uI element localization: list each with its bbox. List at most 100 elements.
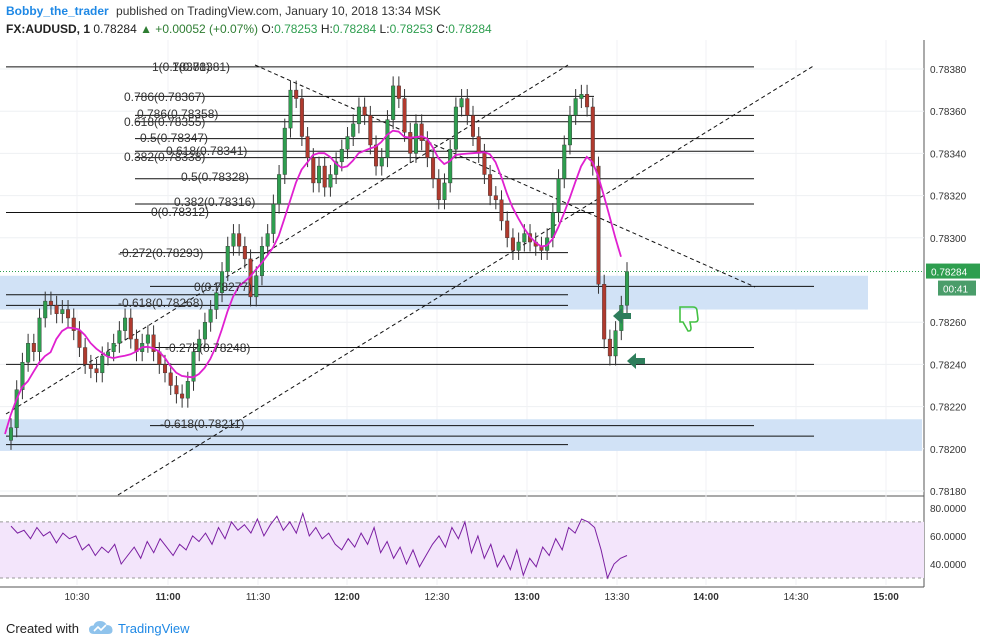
candle-body	[408, 132, 413, 154]
candle-body	[254, 275, 259, 298]
candle-body	[402, 98, 407, 133]
low-value: 0.78253	[389, 22, 433, 36]
candle-body	[368, 115, 373, 146]
x-tick-label: 15:00	[873, 592, 899, 603]
open-label: O:	[261, 22, 275, 36]
candle-body	[31, 343, 36, 352]
y-tick-label: 0.78340	[930, 149, 967, 160]
candle-body	[465, 98, 470, 116]
fib-level-label: 0.786(0.78367)	[124, 90, 205, 104]
candle-body	[77, 330, 82, 348]
candle-body	[471, 115, 476, 137]
candle-body	[277, 174, 282, 205]
candle-body	[48, 300, 53, 306]
y-tick-label: 0.78180	[930, 487, 967, 498]
candle-body	[202, 322, 207, 340]
candle-body	[288, 89, 293, 129]
candle-body	[413, 123, 418, 154]
candle-body	[111, 343, 116, 352]
candle-body	[573, 98, 578, 116]
fib-level-label: -0.618(0.78211)	[160, 417, 245, 431]
y-tick-label: 0.78200	[930, 445, 967, 456]
candle-body	[385, 119, 390, 158]
author-link[interactable]: Bobby_the_trader	[6, 4, 109, 18]
high-value: 0.78284	[332, 22, 377, 36]
fib-level-label: 0(0.78312)	[151, 205, 209, 219]
x-tick-label: 11:00	[155, 592, 180, 603]
fib-level-label: -0.272(0.78248)	[165, 341, 250, 355]
candle-body	[294, 89, 299, 99]
ohlc-line: FX:AUDUSD, 1 0.78284 ▲ +0.00052 (+0.07%)…	[6, 22, 492, 36]
candle-body	[66, 309, 71, 319]
y-tick-label: 0.78360	[930, 107, 967, 118]
candle-body	[356, 106, 361, 125]
y-tick-label: 0.78380	[930, 65, 967, 76]
candle-body	[436, 178, 441, 201]
fib-level-label: -0.618(0.78268)	[118, 296, 203, 310]
candle-body	[562, 144, 567, 179]
y-tick-label: 0.78240	[930, 360, 967, 371]
x-tick-label: 12:00	[334, 592, 360, 603]
candle-body	[214, 292, 219, 310]
candle-body	[482, 153, 487, 175]
x-tick-label: 12:30	[424, 592, 449, 603]
candle-body	[305, 136, 310, 158]
candle-body	[505, 220, 510, 238]
footer: Created with TradingView	[0, 615, 982, 644]
candle-body	[476, 136, 481, 154]
chart-header: Bobby_the_trader published on TradingVie…	[0, 0, 982, 40]
candle-body	[345, 136, 350, 150]
candle-body	[83, 347, 88, 365]
candle-body	[379, 157, 384, 167]
candle-body	[556, 178, 561, 213]
tradingview-brand[interactable]: TradingView	[118, 621, 190, 636]
x-tick-label: 14:30	[783, 592, 808, 603]
candle-body	[493, 195, 498, 201]
price-chart-svg[interactable]: 0.78380 0.78360 0.78340 0.78320 0.78300 0.782…	[0, 40, 982, 615]
candle-body	[431, 157, 436, 179]
rsi-tick-label: 80.0000	[930, 504, 967, 515]
candle-body	[299, 98, 304, 137]
countdown-tag-label: 00:41	[943, 285, 968, 296]
candle-body	[123, 317, 128, 331]
candle-body	[607, 338, 612, 357]
fib-level-label: 0(0.78277)	[194, 280, 252, 294]
candle-body	[499, 199, 504, 222]
x-tick-label: 14:00	[693, 592, 719, 603]
candle-body	[317, 165, 322, 184]
candle-body	[522, 233, 527, 243]
candle-body	[237, 233, 242, 247]
chart-area[interactable]: 0.78380 0.78360 0.78340 0.78320 0.78300 0.782…	[0, 40, 982, 615]
candle-body	[185, 381, 190, 399]
fib-level-label: 0.382(0.78338)	[124, 150, 205, 164]
close-value: 0.78284	[448, 22, 492, 36]
y-tick-label: 0.78220	[930, 403, 967, 414]
x-tick-label: 11:30	[246, 592, 271, 603]
tradingview-cloud-icon[interactable]	[88, 619, 114, 637]
candle-body	[37, 317, 42, 352]
y-tick-label: 0.78300	[930, 234, 967, 245]
published-text: published on TradingView.com, January 10…	[116, 4, 441, 18]
candle-body	[510, 237, 515, 251]
low-label: L:	[379, 22, 390, 36]
high-label: H:	[320, 22, 333, 36]
y-tick-label: 0.78320	[930, 192, 967, 203]
candle-body	[208, 309, 213, 323]
fib-level-label: -0.272(0.78293)	[118, 246, 203, 260]
y-tick-label: 0.78260	[930, 318, 967, 329]
last-price: 0.78284	[93, 22, 137, 36]
candle-body	[311, 157, 316, 184]
created-with-text: Created with	[6, 621, 79, 636]
candle-body	[453, 106, 458, 150]
rsi-tick-label: 60.0000	[930, 532, 967, 543]
rsi-tick-label: 40.0000	[930, 560, 967, 571]
candle-body	[231, 233, 236, 247]
candle-body	[448, 148, 453, 184]
support-resistance-zone	[0, 419, 922, 451]
candle-body	[419, 123, 424, 141]
fib-level-label: 0.5(0.78328)	[181, 170, 249, 184]
candle-body	[128, 317, 133, 340]
symbol-label[interactable]: FX:AUDUSD, 1	[6, 22, 90, 36]
x-tick-label: 13:00	[514, 592, 540, 603]
candle-body	[60, 309, 65, 314]
